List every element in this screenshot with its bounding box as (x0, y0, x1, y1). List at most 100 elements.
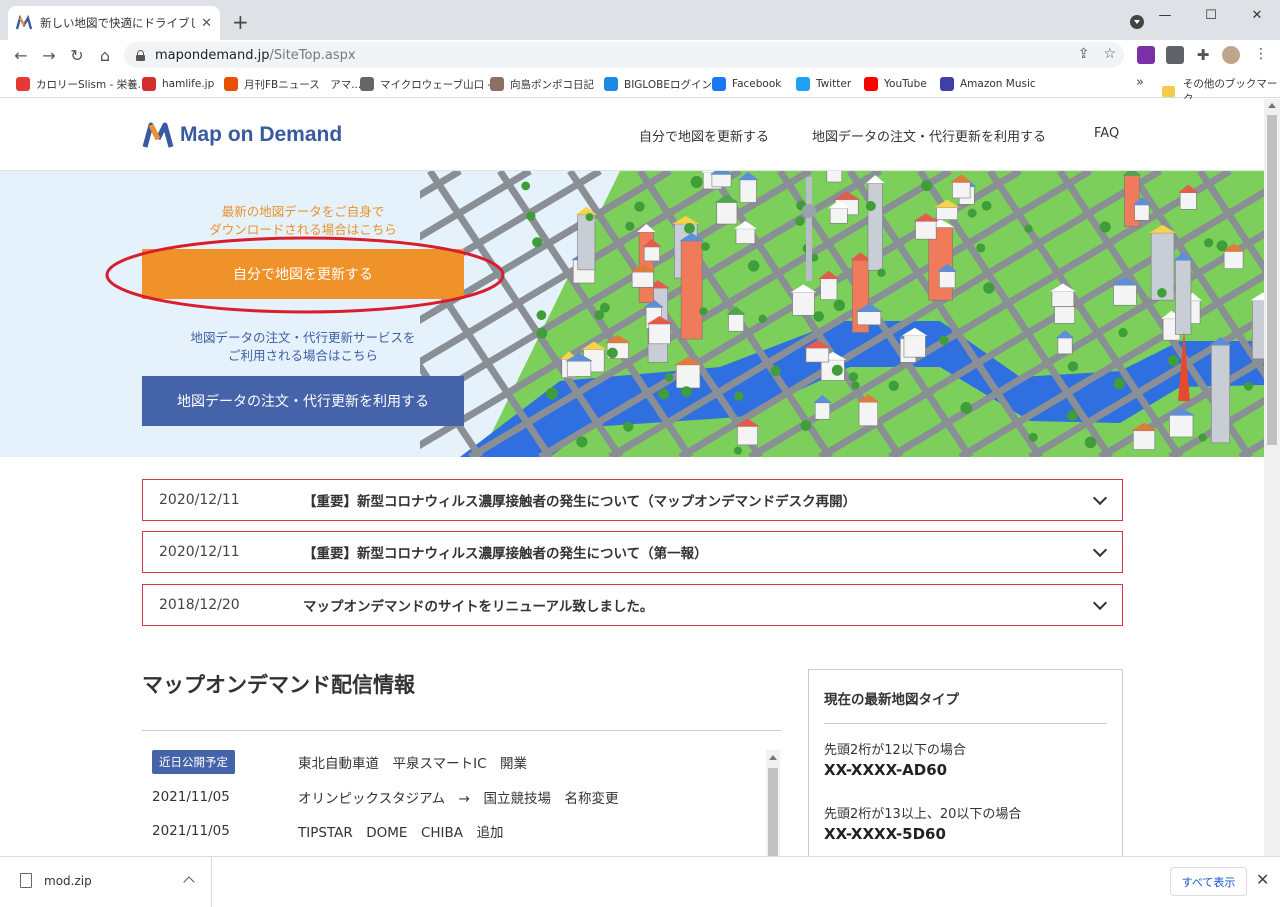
distribution-list[interactable]: 近日公開予定 東北自動車道 平泉スマートIC 開業 2021/11/05 オリン… (142, 745, 782, 856)
download-item[interactable]: mod.zip (0, 857, 212, 907)
tab-close-icon[interactable]: ✕ (201, 16, 212, 31)
bookmark-item[interactable]: Facebook (712, 76, 781, 92)
tree (684, 223, 695, 234)
building (915, 220, 937, 240)
tree (831, 364, 843, 376)
back-arrow-icon[interactable]: ← (10, 44, 32, 66)
profile-avatar[interactable] (1222, 46, 1240, 64)
bookmark-item[interactable]: YouTube (864, 76, 927, 92)
bookmark-label: マイクロウェーブ山口 -... (380, 78, 502, 91)
building (857, 311, 882, 326)
tree (758, 314, 767, 323)
bookmark-item[interactable]: Amazon Music (940, 76, 1036, 92)
building (631, 271, 654, 288)
browser-tabstrip: 新しい地図で快適にドライブしよう !! ✕ + — ☐ ✕ (0, 0, 1280, 40)
building (577, 214, 596, 271)
address-bar[interactable]: mapondemand.jp/SiteTop.aspx ⇪ ☆ (124, 42, 1124, 68)
scroll-up-arrow-icon[interactable] (1268, 103, 1276, 108)
tree (536, 310, 547, 321)
scroll-thumb[interactable] (768, 768, 778, 856)
onenote-extension-icon[interactable] (1137, 46, 1155, 64)
news-date: 2020/12/11 (159, 544, 240, 560)
tree (1099, 221, 1111, 233)
tree (921, 179, 933, 192)
tree (734, 391, 744, 401)
tree (623, 421, 634, 432)
building (1051, 291, 1075, 307)
chevron-up-icon[interactable] (183, 876, 195, 888)
nav-faq[interactable]: FAQ (1094, 126, 1119, 141)
extension-icon[interactable] (1166, 46, 1184, 64)
page-scrollbar[interactable] (1264, 99, 1280, 856)
site-header: Map on Demand 自分で地図を更新する 地図データの注文・代行更新を利… (0, 99, 1264, 171)
url-path: /SiteTop.aspx (269, 47, 356, 63)
bookmark-item[interactable]: カロリーSlism - 栄養... (16, 76, 148, 92)
home-icon[interactable]: ⌂ (94, 44, 116, 66)
bookmark-item[interactable]: BIGLOBEログイン (604, 76, 712, 92)
tree (1244, 381, 1253, 391)
self-update-caption: 最新の地図データをご自身で ダウンロードされる場合はこちら (142, 203, 464, 239)
nav-order-service[interactable]: 地図データの注文・代行更新を利用する (812, 126, 1046, 145)
tree (545, 387, 558, 400)
bookmark-item[interactable]: hamlife.jp (142, 76, 214, 92)
bookmark-item[interactable]: 月刊FBニュース アマ... (224, 76, 361, 92)
logo-mark-icon (142, 122, 174, 148)
tree (865, 201, 876, 211)
show-all-downloads-button[interactable]: すべて表示 (1170, 867, 1247, 896)
close-download-bar-icon[interactable]: ✕ (1256, 870, 1269, 889)
news-item[interactable]: 2020/12/11 【重要】新型コロナウィルス濃厚接触者の発生について（第一報… (142, 531, 1123, 573)
tree (1113, 377, 1126, 390)
tab-title: 新しい地図で快適にドライブしよう !! (40, 16, 195, 30)
bookmark-label: 月刊FBニュース アマ... (244, 78, 362, 91)
bookmark-item[interactable]: Twitter (796, 76, 851, 92)
bookmark-label: YouTube (884, 78, 927, 90)
bookmark-item[interactable]: マイクロウェーブ山口 -... (360, 76, 501, 92)
chevron-down-icon[interactable] (1092, 595, 1108, 611)
building (805, 347, 830, 363)
site-logo[interactable]: Map on Demand (142, 121, 342, 149)
bookmark-favicon-icon (224, 77, 238, 91)
site-favicon-icon (16, 15, 32, 30)
file-icon (20, 873, 32, 888)
tree (976, 243, 986, 253)
tree (1024, 224, 1033, 233)
minimize-button[interactable]: — (1142, 0, 1188, 30)
list-item: 2021/11/05 TIPSTAR DOME CHIBA 追加 (142, 819, 762, 843)
tree (877, 268, 886, 277)
nav-self-update[interactable]: 自分で地図を更新する (639, 126, 769, 145)
building (680, 240, 703, 340)
building (1054, 306, 1075, 324)
latest-map-type-panel: 現在の最新地図タイプ 先頭2桁が12以下の場合 XX-XXXX-AD60 先頭2… (808, 669, 1123, 856)
tree (983, 282, 995, 294)
extensions-puzzle-icon[interactable]: ✚ (1194, 46, 1212, 64)
bookmarks-overflow-button[interactable]: » (1136, 75, 1144, 90)
distribution-scrollbar[interactable] (766, 750, 780, 856)
forward-arrow-icon[interactable]: → (38, 44, 60, 66)
news-item[interactable]: 2018/12/20 マップオンデマンドのサイトをリニューアル致しました。 (142, 584, 1123, 626)
scroll-thumb[interactable] (1267, 115, 1277, 445)
bookmark-favicon-icon (940, 77, 954, 91)
logo-text: Map on Demand (180, 123, 343, 146)
chevron-down-icon[interactable] (1092, 490, 1108, 506)
news-item[interactable]: 2020/12/11 【重要】新型コロナウィルス濃厚接触者の発生について（マップ… (142, 479, 1123, 521)
order-service-button[interactable]: 地図データの注文・代行更新を利用する (142, 376, 464, 426)
building (1223, 251, 1244, 270)
chevron-down-icon[interactable] (1092, 542, 1108, 558)
menu-kebab-icon[interactable]: ⋮ (1252, 46, 1270, 64)
share-icon[interactable]: ⇪ (1078, 46, 1090, 62)
browser-tab[interactable]: 新しい地図で快適にドライブしよう !! ✕ (8, 6, 220, 40)
building (1210, 344, 1231, 444)
order-service-caption-line: ご利用される場合はこちら (227, 348, 378, 363)
new-tab-button[interactable]: + (232, 10, 249, 34)
bookmark-favicon-icon (490, 77, 504, 91)
map-type-condition: 先頭2桁が12以下の場合 (824, 743, 966, 758)
maximize-button[interactable]: ☐ (1188, 0, 1234, 30)
bookmark-item[interactable]: 向島ポンポコ日記 (490, 76, 594, 92)
close-window-button[interactable]: ✕ (1234, 0, 1280, 30)
sky-tower (806, 177, 812, 281)
reload-icon[interactable]: ↻ (66, 44, 88, 66)
building (1179, 192, 1197, 210)
bookmark-label: Amazon Music (960, 78, 1036, 90)
bookmark-star-icon[interactable]: ☆ (1103, 46, 1116, 62)
scroll-up-arrow-icon[interactable] (769, 755, 777, 760)
